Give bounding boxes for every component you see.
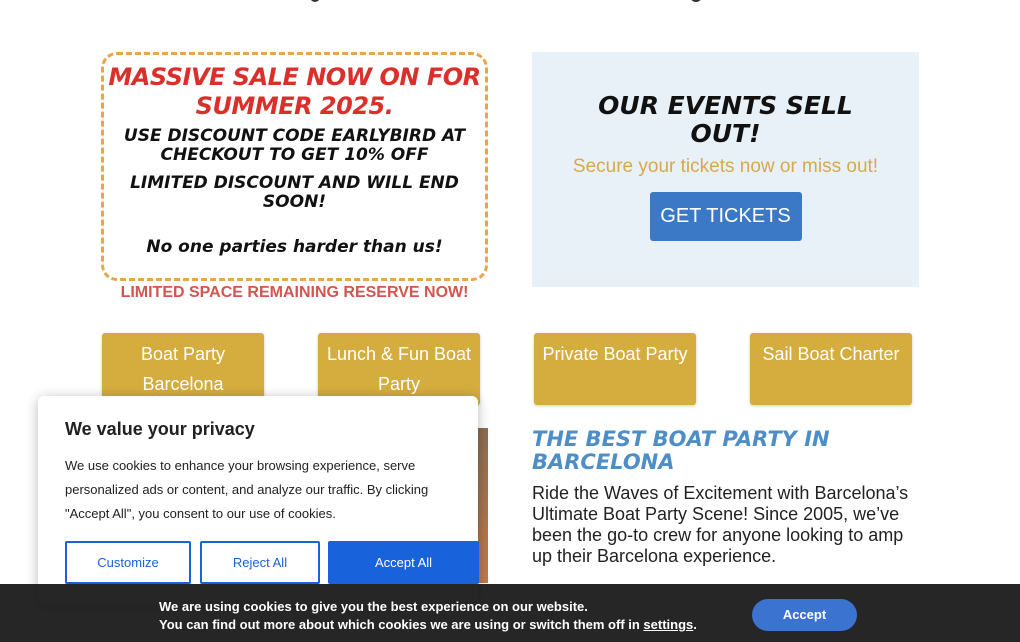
cookie-bar-period: .	[693, 617, 697, 632]
get-tickets-button[interactable]: GET TICKETS	[649, 192, 802, 241]
cookie-bar-text: We are using cookies to give you the bes…	[159, 598, 697, 634]
boat-party-barcelona-button[interactable]: Boat Party Barcelona	[102, 333, 264, 405]
limited-space-notice: LIMITED SPACE REMAINING RESERVE NOW!	[120, 284, 469, 301]
cookie-bar-line1: We are using cookies to give you the bes…	[159, 599, 588, 614]
sale-title: MASSIVE SALE NOW ON FOR SUMMER 2025.	[108, 63, 481, 120]
section-text: Ride the Waves of Excitement with Barcel…	[532, 483, 909, 566]
cookie-bar-line2: You can find out more about which cookie…	[159, 616, 697, 634]
settings-link[interactable]: settings	[643, 617, 693, 632]
lunch-fun-boat-party-button[interactable]: Lunch & Fun Boat Party	[318, 333, 480, 405]
events-panel: OUR EVENTS SELL OUT! Secure your tickets…	[532, 52, 919, 287]
cookie-consent-popup: We value your privacy We use cookies to …	[38, 396, 479, 605]
cookie-bar-line2-text: You can find out more about which cookie…	[159, 617, 644, 632]
reject-all-button[interactable]: Reject All	[200, 541, 320, 584]
customize-button[interactable]: Customize	[65, 541, 191, 584]
discount-code-text: USE DISCOUNT CODE EARLYBIRD AT CHECKOUT …	[123, 126, 466, 165]
cookie-popup-title: We value your privacy	[65, 419, 255, 439]
sail-boat-charter-button[interactable]: Sail Boat Charter	[750, 333, 912, 405]
accept-all-button[interactable]: Accept All	[328, 541, 479, 584]
cookie-popup-text: We use cookies to enhance your browsing …	[65, 458, 429, 521]
cookie-notice-bar: We are using cookies to give you the bes…	[0, 584, 1020, 642]
limited-discount-text: LIMITED DISCOUNT AND WILL END SOON!	[130, 173, 459, 212]
events-subtitle: Secure your tickets now or miss out!	[572, 156, 879, 177]
events-title: OUR EVENTS SELL OUT!	[598, 91, 853, 148]
sale-banner: MASSIVE SALE NOW ON FOR SUMMER 2025. USE…	[101, 52, 488, 281]
decorative-swoosh	[310, 0, 320, 2]
private-boat-party-button[interactable]: Private Boat Party	[534, 333, 696, 405]
cookie-bar-accept-button[interactable]: Accept	[752, 599, 857, 631]
decorative-swoosh	[690, 0, 702, 2]
section-title: THE BEST BOAT PARTY IN BARCELONA	[532, 427, 830, 474]
tagline: No one parties harder than us!	[146, 237, 443, 257]
